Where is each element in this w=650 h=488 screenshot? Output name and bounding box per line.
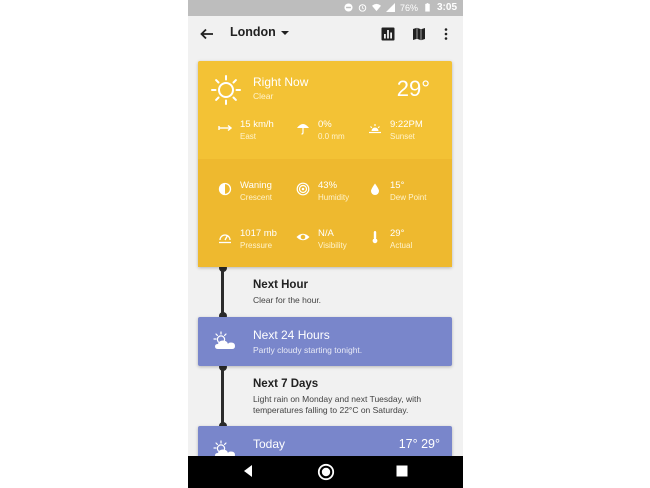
next-24-hours-summary: Partly cloudy starting tonight.	[253, 345, 363, 355]
dnd-icon	[344, 3, 353, 12]
today-high: 29°	[421, 437, 440, 451]
current-temperature: 29°	[396, 76, 430, 101]
timeline-line	[221, 366, 224, 426]
current-conditions-card[interactable]: Right Now Clear 29° 15 km/h East 0% 0.0 …	[198, 61, 452, 267]
next-7-days-section[interactable]: Next 7 Days Light rain on Monday and nex…	[253, 378, 421, 416]
status-icons: 76% 3:05	[344, 2, 457, 13]
status-bar: 76% 3:05	[188, 0, 463, 16]
next-7-days-title: Next 7 Days	[253, 378, 319, 390]
dew-drop-icon	[368, 182, 382, 196]
next-7-days-summary: Light rain on Monday and next Tuesday, w…	[253, 394, 422, 415]
umbrella-icon	[296, 121, 310, 135]
dropdown-caret-icon	[280, 31, 289, 35]
pressure-icon	[218, 230, 232, 244]
next-24-hours-card[interactable]: Next 24 Hours Partly cloudy starting ton…	[198, 317, 452, 366]
location-selector[interactable]: London	[230, 25, 289, 39]
current-condition: Clear	[253, 91, 274, 101]
location-name: London	[230, 25, 276, 39]
phone-screen: 76% 3:05 London Right Now Clear 29° 15 k…	[188, 0, 463, 488]
nav-recents-icon[interactable]	[396, 465, 408, 477]
wifi-icon	[371, 3, 381, 12]
details-section	[198, 159, 452, 267]
next-hour-section[interactable]: Next Hour Clear for the hour.	[253, 279, 321, 306]
more-vert-icon[interactable]	[443, 27, 449, 41]
today-temperature-range: 17° 29°	[399, 437, 440, 451]
next-hour-summary: Clear for the hour.	[253, 295, 322, 305]
back-arrow-icon[interactable]	[199, 26, 215, 42]
chart-icon[interactable]	[381, 27, 395, 41]
next-hour-title: Next Hour	[253, 279, 308, 291]
sun-icon	[210, 74, 242, 106]
alarm-icon	[358, 3, 367, 12]
battery-percent: 76%	[399, 2, 418, 13]
today-low: 17°	[398, 437, 418, 451]
eye-icon	[296, 230, 310, 244]
map-icon[interactable]	[412, 27, 426, 41]
humidity-icon	[296, 182, 310, 196]
battery-icon	[423, 3, 432, 12]
today-title: Today	[253, 437, 286, 451]
nav-back-icon[interactable]	[242, 464, 254, 478]
clock: 3:05	[436, 2, 457, 13]
thermometer-icon	[368, 230, 382, 244]
partly-cloudy-icon	[212, 331, 238, 351]
timeline-line	[221, 267, 224, 317]
system-navigation-bar	[188, 456, 463, 488]
moon-phase-icon	[218, 182, 232, 196]
next-24-hours-title: Next 24 Hours	[253, 328, 330, 342]
nav-home-icon[interactable]	[317, 463, 335, 481]
toolbar: London	[188, 16, 463, 54]
right-now-title: Right Now	[253, 75, 309, 89]
signal-icon	[385, 3, 395, 12]
sunset-icon	[368, 121, 382, 135]
wind-icon	[218, 121, 232, 135]
